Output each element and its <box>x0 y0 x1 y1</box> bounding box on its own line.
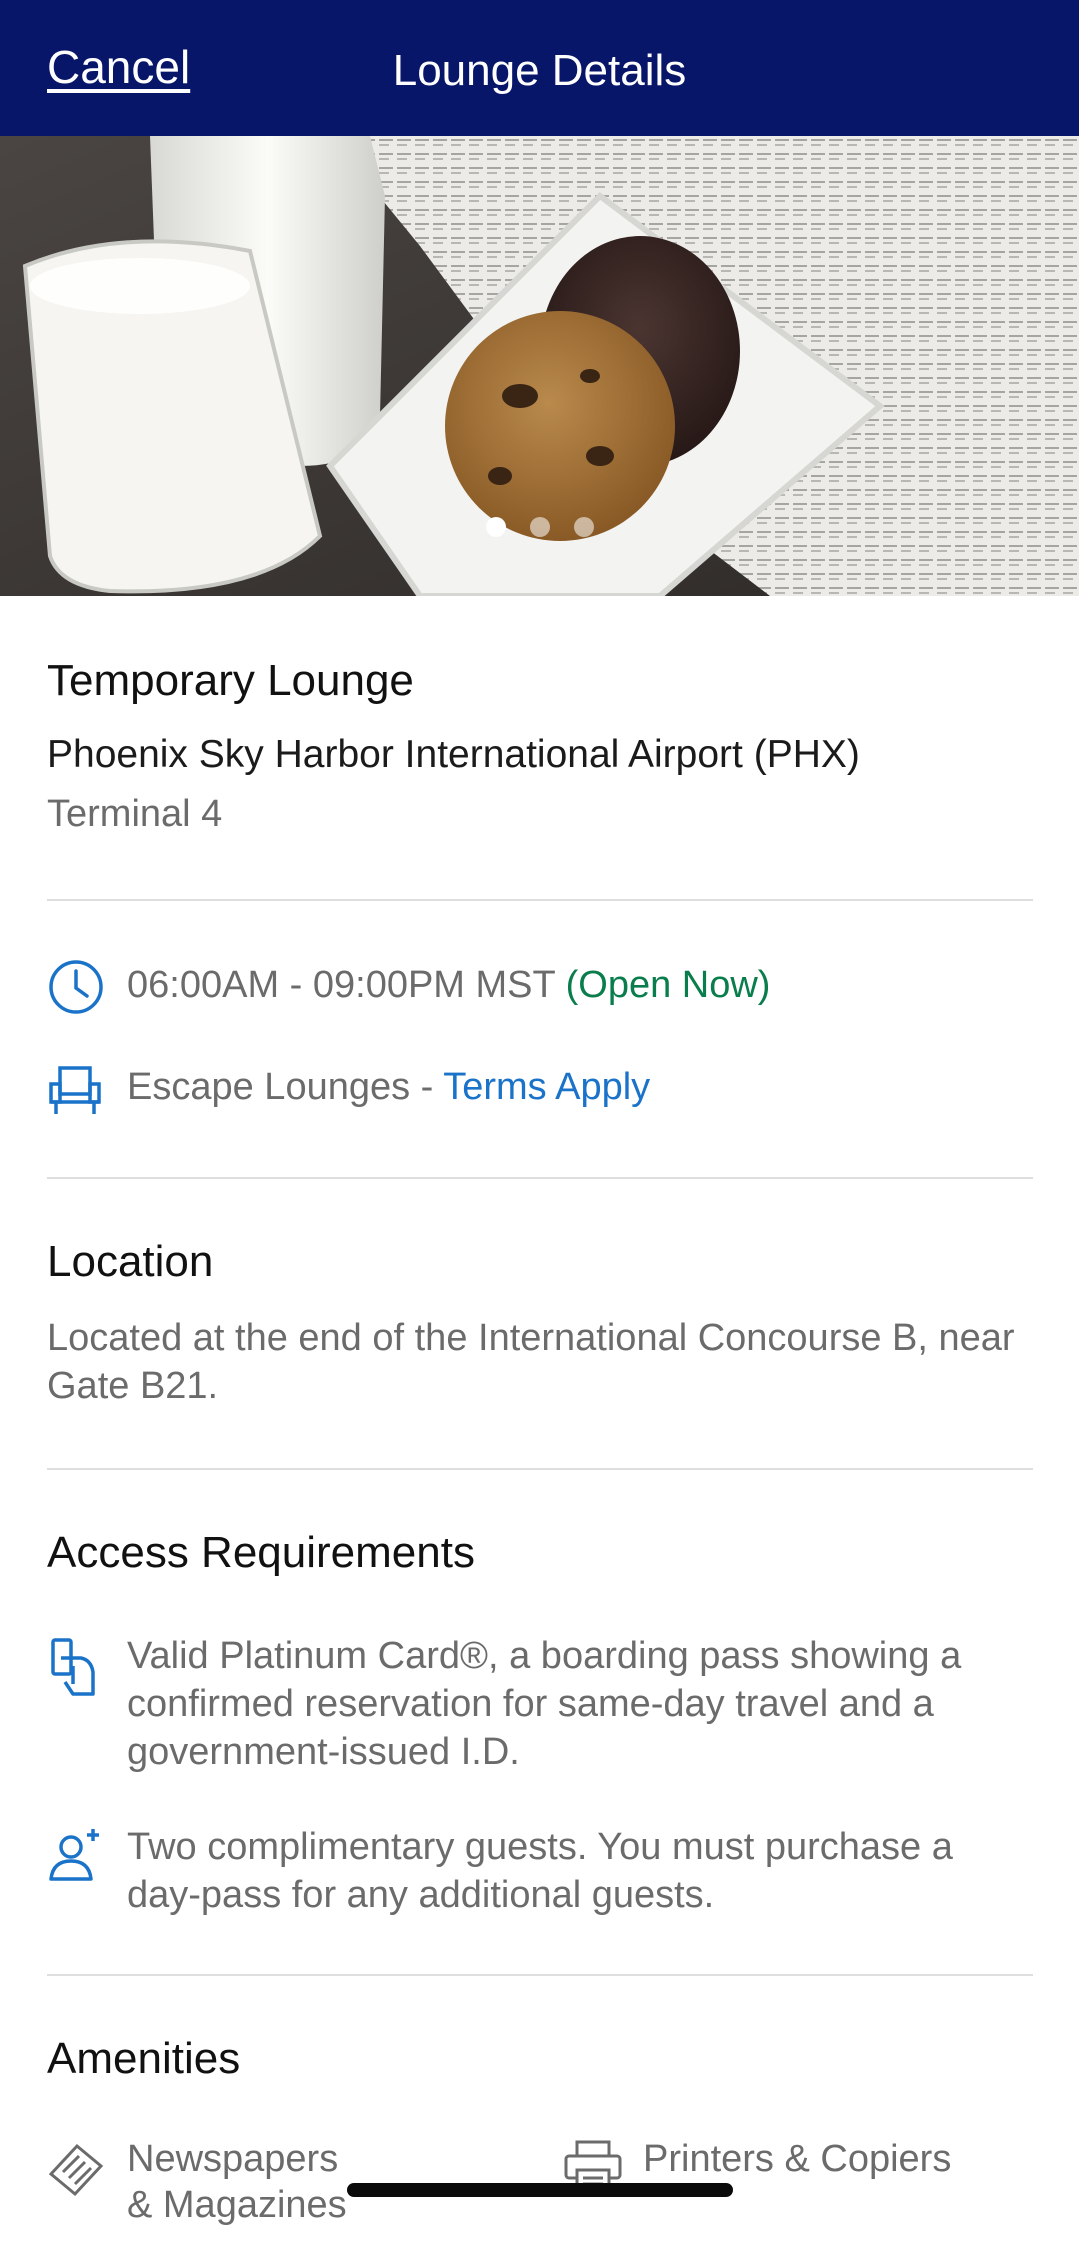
terms-apply-link[interactable]: Terms Apply <box>443 1066 650 1108</box>
divider <box>47 1974 1033 1976</box>
carousel-dot-3[interactable] <box>573 517 594 537</box>
divider <box>47 1468 1033 1470</box>
home-indicator[interactable] <box>347 2183 733 2197</box>
lounge-chair-icon <box>47 1062 103 1128</box>
newspaper-icon <box>47 2140 105 2209</box>
access-requirement-guests: Two complimentary guests. You must purch… <box>47 1823 1033 1923</box>
access-requirement-guests-text: Two complimentary guests. You must purch… <box>127 1826 953 1916</box>
open-status: (Open Now) <box>565 964 771 1006</box>
terminal-label: Terminal 4 <box>47 793 223 835</box>
location-description: Located at the end of the International … <box>47 1317 1015 1407</box>
access-requirement-card-text: Valid Platinum Card®, a boarding pass sh… <box>127 1635 962 1773</box>
card-in-hand-icon <box>47 1636 99 1710</box>
add-guest-icon <box>47 1827 103 1895</box>
airport-name: Phoenix Sky Harbor International Airport… <box>47 733 860 776</box>
page-title: Lounge Details <box>392 46 687 95</box>
clock-icon <box>47 958 105 1026</box>
access-requirements-title: Access Requirements <box>47 1528 475 1577</box>
carousel-dot-1[interactable] <box>485 517 506 537</box>
divider <box>47 899 1033 901</box>
amenity-newspapers-line2: & Magazines <box>127 2184 347 2226</box>
lounge-network-name: Escape Lounges - <box>127 1066 444 1108</box>
amenity-newspapers-line1: Newspapers <box>127 2138 339 2180</box>
access-requirement-card: Valid Platinum Card®, a boarding pass sh… <box>47 1632 1033 1782</box>
divider <box>47 1177 1033 1179</box>
nav-header: Cancel Lounge Details <box>0 0 1079 136</box>
lounge-network-row: Escape Lounges - Terms Apply <box>47 1062 1033 1122</box>
carousel-pagination[interactable] <box>0 517 1079 537</box>
carousel-dot-2[interactable] <box>529 517 550 537</box>
amenity-printers-label: Printers & Copiers <box>643 2138 952 2180</box>
amenities-title: Amenities <box>47 2034 241 2083</box>
location-title: Location <box>47 1237 214 1286</box>
lounge-name: Temporary Lounge <box>47 656 414 705</box>
hours-text: 06:00AM - 09:00PM MST <box>127 964 556 1006</box>
hours-row: 06:00AM - 09:00PM MST (Open Now) <box>47 958 1033 1018</box>
